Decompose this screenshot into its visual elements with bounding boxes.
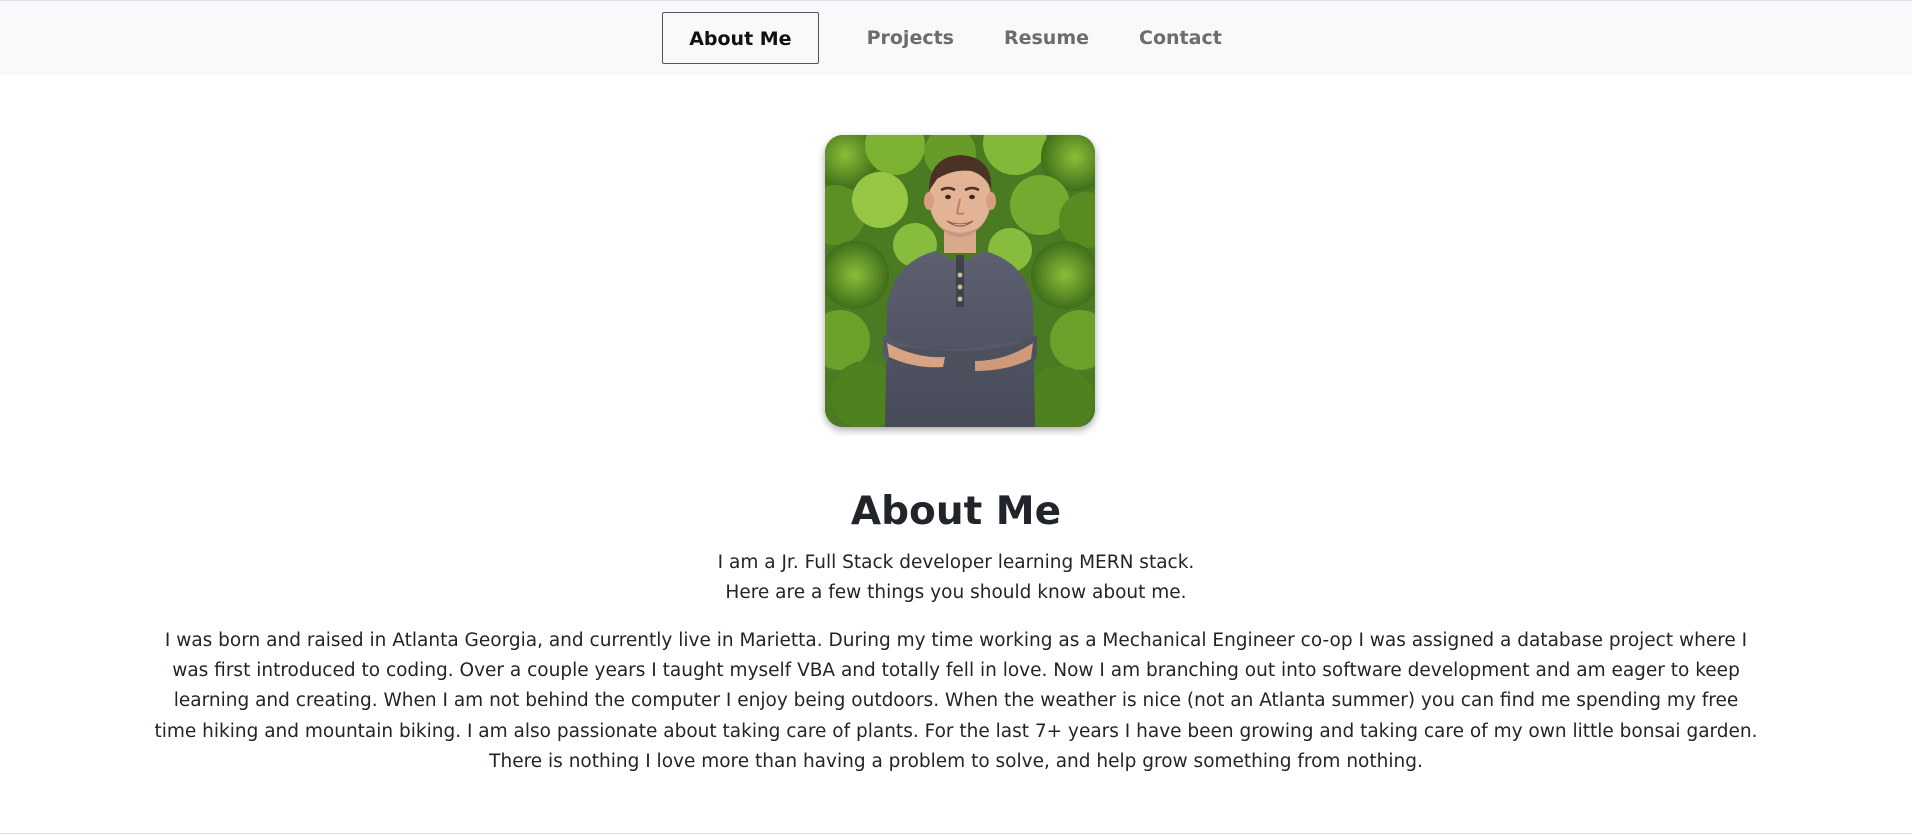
- page-title: About Me: [850, 489, 1062, 534]
- navbar: About Me Projects Resume Contact: [0, 1, 1912, 75]
- intro-line-1: I am a Jr. Full Stack developer learning…: [717, 552, 1195, 573]
- nav-list: About Me Projects Resume Contact: [662, 12, 1248, 64]
- bottom-divider: [0, 833, 1912, 834]
- nav-link-contact[interactable]: Contact: [1115, 12, 1246, 64]
- intro-line-2: Here are a few things you should know ab…: [725, 582, 1187, 603]
- nav-link-resume[interactable]: Resume: [980, 12, 1113, 64]
- bio-paragraph: I was born and raised in Atlanta Georgia…: [154, 630, 1758, 772]
- intro-text: I am a Jr. Full Stack developer learning…: [0, 548, 1912, 608]
- profile-photo: [825, 135, 1095, 427]
- nav-link-about-me[interactable]: About Me: [662, 12, 819, 64]
- nav-link-projects[interactable]: Projects: [843, 12, 978, 64]
